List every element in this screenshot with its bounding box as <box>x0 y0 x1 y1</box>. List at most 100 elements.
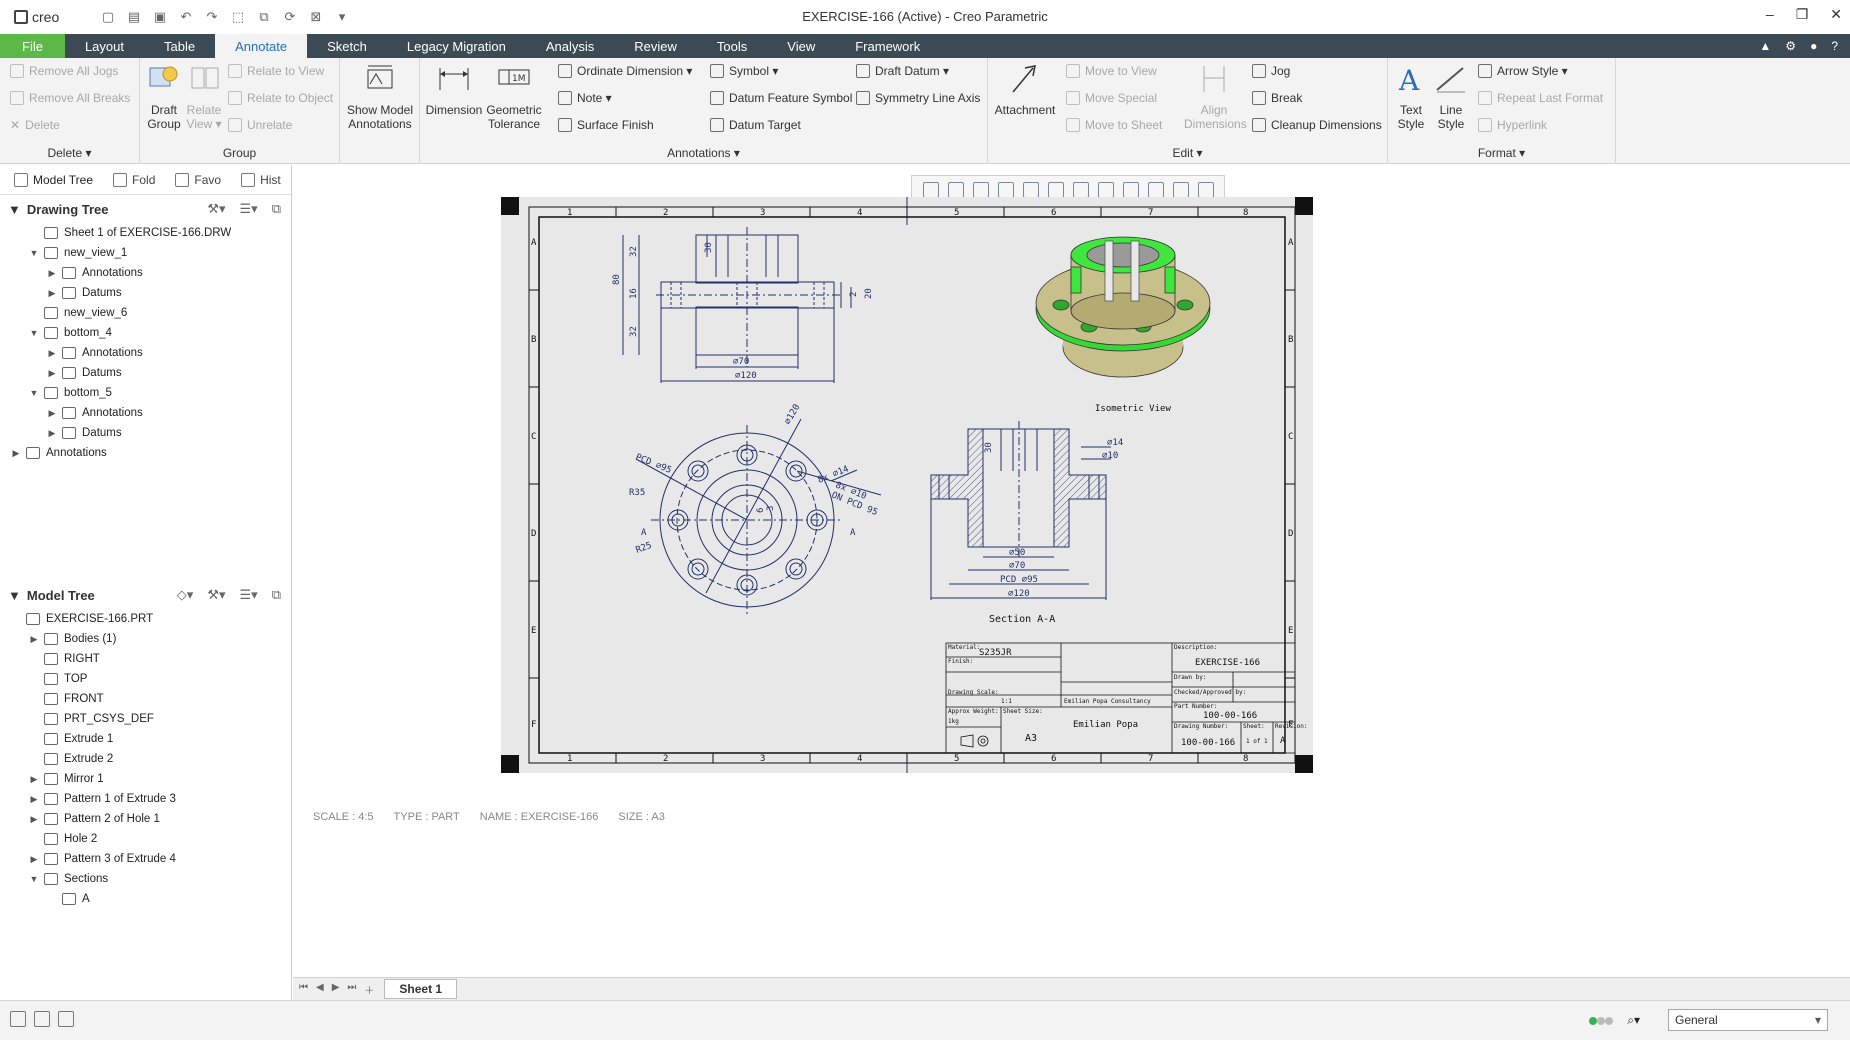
model-display-icon[interactable]: ◇▾ <box>177 587 194 603</box>
drawing-tree-item[interactable]: ▶ Datums <box>0 283 291 303</box>
break-button[interactable]: Break <box>1252 91 1302 105</box>
toggle-navigator-icon[interactable] <box>10 1011 26 1027</box>
model-tree-item[interactable]: ▼ Sections <box>0 869 291 889</box>
toggle-browser-icon[interactable] <box>34 1011 50 1027</box>
expand-arrow-icon[interactable]: ▶ <box>28 854 40 865</box>
relate-view-button[interactable]: Relate View ▾ <box>184 62 224 131</box>
front-view[interactable]: 80 32 16 32 30 2 20 ⌀70 ⌀120 <box>612 227 874 383</box>
close-window-icon[interactable]: ⊠ <box>308 9 324 25</box>
zoom-in-icon[interactable] <box>947 182 964 198</box>
expand-arrow-icon[interactable]: ▶ <box>46 348 58 359</box>
save-icon[interactable]: ▣ <box>152 9 168 25</box>
help-icon[interactable]: ? <box>1831 39 1838 53</box>
attachment-button[interactable]: Attachment <box>992 62 1058 117</box>
close-button[interactable]: ✕ <box>1830 6 1842 23</box>
expand-arrow-icon[interactable]: ▶ <box>28 774 40 785</box>
line-style-button[interactable]: Line Style <box>1432 62 1470 131</box>
model-tree-item[interactable]: A <box>0 889 291 909</box>
datum-target-button[interactable]: Datum Target <box>710 118 801 132</box>
expand-arrow-icon[interactable]: ▶ <box>46 408 58 419</box>
section-view[interactable]: 30 ⌀14 ⌀10 ⌀50 ⌀70 PCD ⌀95 ⌀120 Section … <box>930 421 1123 625</box>
settings-icon[interactable]: ⚙ <box>1785 39 1796 53</box>
display-style-icon[interactable] <box>1022 182 1039 198</box>
drawing-tree-item[interactable]: ▶ Annotations <box>0 343 291 363</box>
tab-file[interactable]: File <box>0 34 65 58</box>
drawing-tree-item[interactable]: ▶ Datums <box>0 423 291 443</box>
datum-feature-symbol-button[interactable]: Datum Feature Symbol <box>710 91 852 105</box>
expand-arrow-icon[interactable]: ▶ <box>46 428 58 439</box>
tab-sketch[interactable]: Sketch <box>307 34 387 58</box>
move-to-view-button[interactable]: Move to View <box>1066 64 1157 78</box>
delete-button[interactable]: ✕ Delete <box>10 118 60 132</box>
collapse-arrow-icon[interactable]: ▼ <box>28 328 40 338</box>
full-screen-icon[interactable] <box>58 1011 74 1027</box>
tree-columns-icon[interactable]: ☰▾ <box>240 201 258 217</box>
open-folder-icon[interactable]: ▤ <box>126 9 142 25</box>
geometric-tolerance-button[interactable]: 1M Geometric Tolerance <box>486 62 542 131</box>
tab-favorites[interactable]: Favo <box>167 169 229 191</box>
drawing-tree-item[interactable]: ▶ Annotations <box>0 403 291 423</box>
tab-layout[interactable]: Layout <box>65 34 144 58</box>
add-sheet-icon[interactable]: ＋ <box>364 982 374 997</box>
maximize-button[interactable]: ❐ <box>1796 6 1809 23</box>
collapse-arrow-icon[interactable]: ▼ <box>8 202 21 217</box>
expand-arrow-icon[interactable]: ▶ <box>46 368 58 379</box>
tree-settings-icon[interactable]: ⚒▾ <box>207 201 225 217</box>
collapse-arrow-icon[interactable]: ▼ <box>28 388 40 398</box>
find-icon[interactable]: ⌕▾ <box>1627 1013 1640 1028</box>
graphics-area[interactable]: 1 2 3 4 5 6 7 8 1 2 3 4 5 6 7 8 A B C D … <box>293 165 1850 977</box>
windows-icon[interactable]: ⧉ <box>256 9 272 25</box>
model-tree-item[interactable]: TOP <box>0 669 291 689</box>
regeneration-status-icon[interactable] <box>1589 1014 1614 1028</box>
remove-all-jogs-button[interactable]: Remove All Jogs <box>10 64 118 78</box>
tab-analysis[interactable]: Analysis <box>526 34 614 58</box>
remove-all-breaks-button[interactable]: Remove All Breaks <box>10 91 130 105</box>
expand-arrow-icon[interactable]: ▶ <box>46 288 58 299</box>
relate-to-object-button[interactable]: Relate to Object <box>228 91 333 105</box>
new-file-icon[interactable]: ▢ <box>100 9 116 25</box>
model-tree-item[interactable]: FRONT <box>0 689 291 709</box>
selection-filter[interactable]: General ▾ <box>1668 1009 1828 1031</box>
select-box-icon[interactable]: ⬚ <box>230 9 246 25</box>
tab-review[interactable]: Review <box>614 34 697 58</box>
model-tree-item[interactable]: EXERCISE-166.PRT <box>0 609 291 629</box>
annotation-display-icon[interactable] <box>1122 182 1139 198</box>
model-tree-item[interactable]: ▶ Pattern 2 of Hole 1 <box>0 809 291 829</box>
ordinate-dimension-button[interactable]: Ordinate Dimension ▾ <box>558 64 692 78</box>
drawing-tree-item[interactable]: ▼ new_view_1 <box>0 243 291 263</box>
tab-model-tree[interactable]: Model Tree <box>6 169 101 191</box>
symbol-button[interactable]: Symbol ▾ <box>710 64 778 78</box>
tab-legacy-migration[interactable]: Legacy Migration <box>387 34 526 58</box>
tree-settings-icon[interactable]: ⚒▾ <box>207 587 225 603</box>
expand-arrow-icon[interactable]: ▶ <box>10 448 22 459</box>
model-tree-item[interactable]: Hole 2 <box>0 829 291 849</box>
jog-button[interactable]: Jog <box>1252 64 1290 78</box>
symmetry-line-axis-button[interactable]: Symmetry Line Axis <box>856 91 980 105</box>
expand-arrow-icon[interactable]: ▶ <box>28 634 40 645</box>
model-tree-item[interactable]: ▶ Mirror 1 <box>0 769 291 789</box>
unrelate-button[interactable]: Unrelate <box>228 118 292 132</box>
move-special-button[interactable]: Move Special <box>1066 91 1157 105</box>
drawing-tree-item[interactable]: ▼ bottom_5 <box>0 383 291 403</box>
undo-icon[interactable]: ↶ <box>178 9 194 25</box>
view-manager-icon[interactable] <box>1072 182 1089 198</box>
expand-arrow-icon[interactable]: ▶ <box>28 794 40 805</box>
drawing-tree-item[interactable]: ▶ Annotations <box>0 443 291 463</box>
saved-orientations-icon[interactable] <box>1047 182 1064 198</box>
show-model-annotations-button[interactable]: Show Model Annotations <box>344 62 416 131</box>
model-tree-item[interactable]: Extrude 2 <box>0 749 291 769</box>
surface-finish-button[interactable]: Surface Finish <box>558 118 654 132</box>
title-block[interactable]: Material: S235JR Finish: Description: EX… <box>945 642 1308 754</box>
tab-annotate[interactable]: Annotate <box>215 34 308 58</box>
isometric-view[interactable]: Isometric View <box>1035 236 1211 414</box>
drawing-tree-item[interactable]: ▶ Datums <box>0 363 291 383</box>
note-button[interactable]: Note ▾ <box>558 91 612 105</box>
tab-history[interactable]: Hist <box>233 169 289 191</box>
refit-icon[interactable] <box>922 182 939 198</box>
dimension-button[interactable]: Dimension <box>424 62 484 117</box>
tree-filter-icon[interactable]: ⧉ <box>272 201 281 217</box>
spin-center-icon[interactable] <box>1197 182 1214 198</box>
repaint-icon[interactable] <box>997 182 1014 198</box>
minimize-button[interactable]: – <box>1766 6 1774 23</box>
relate-to-view-button[interactable]: Relate to View <box>228 64 324 78</box>
